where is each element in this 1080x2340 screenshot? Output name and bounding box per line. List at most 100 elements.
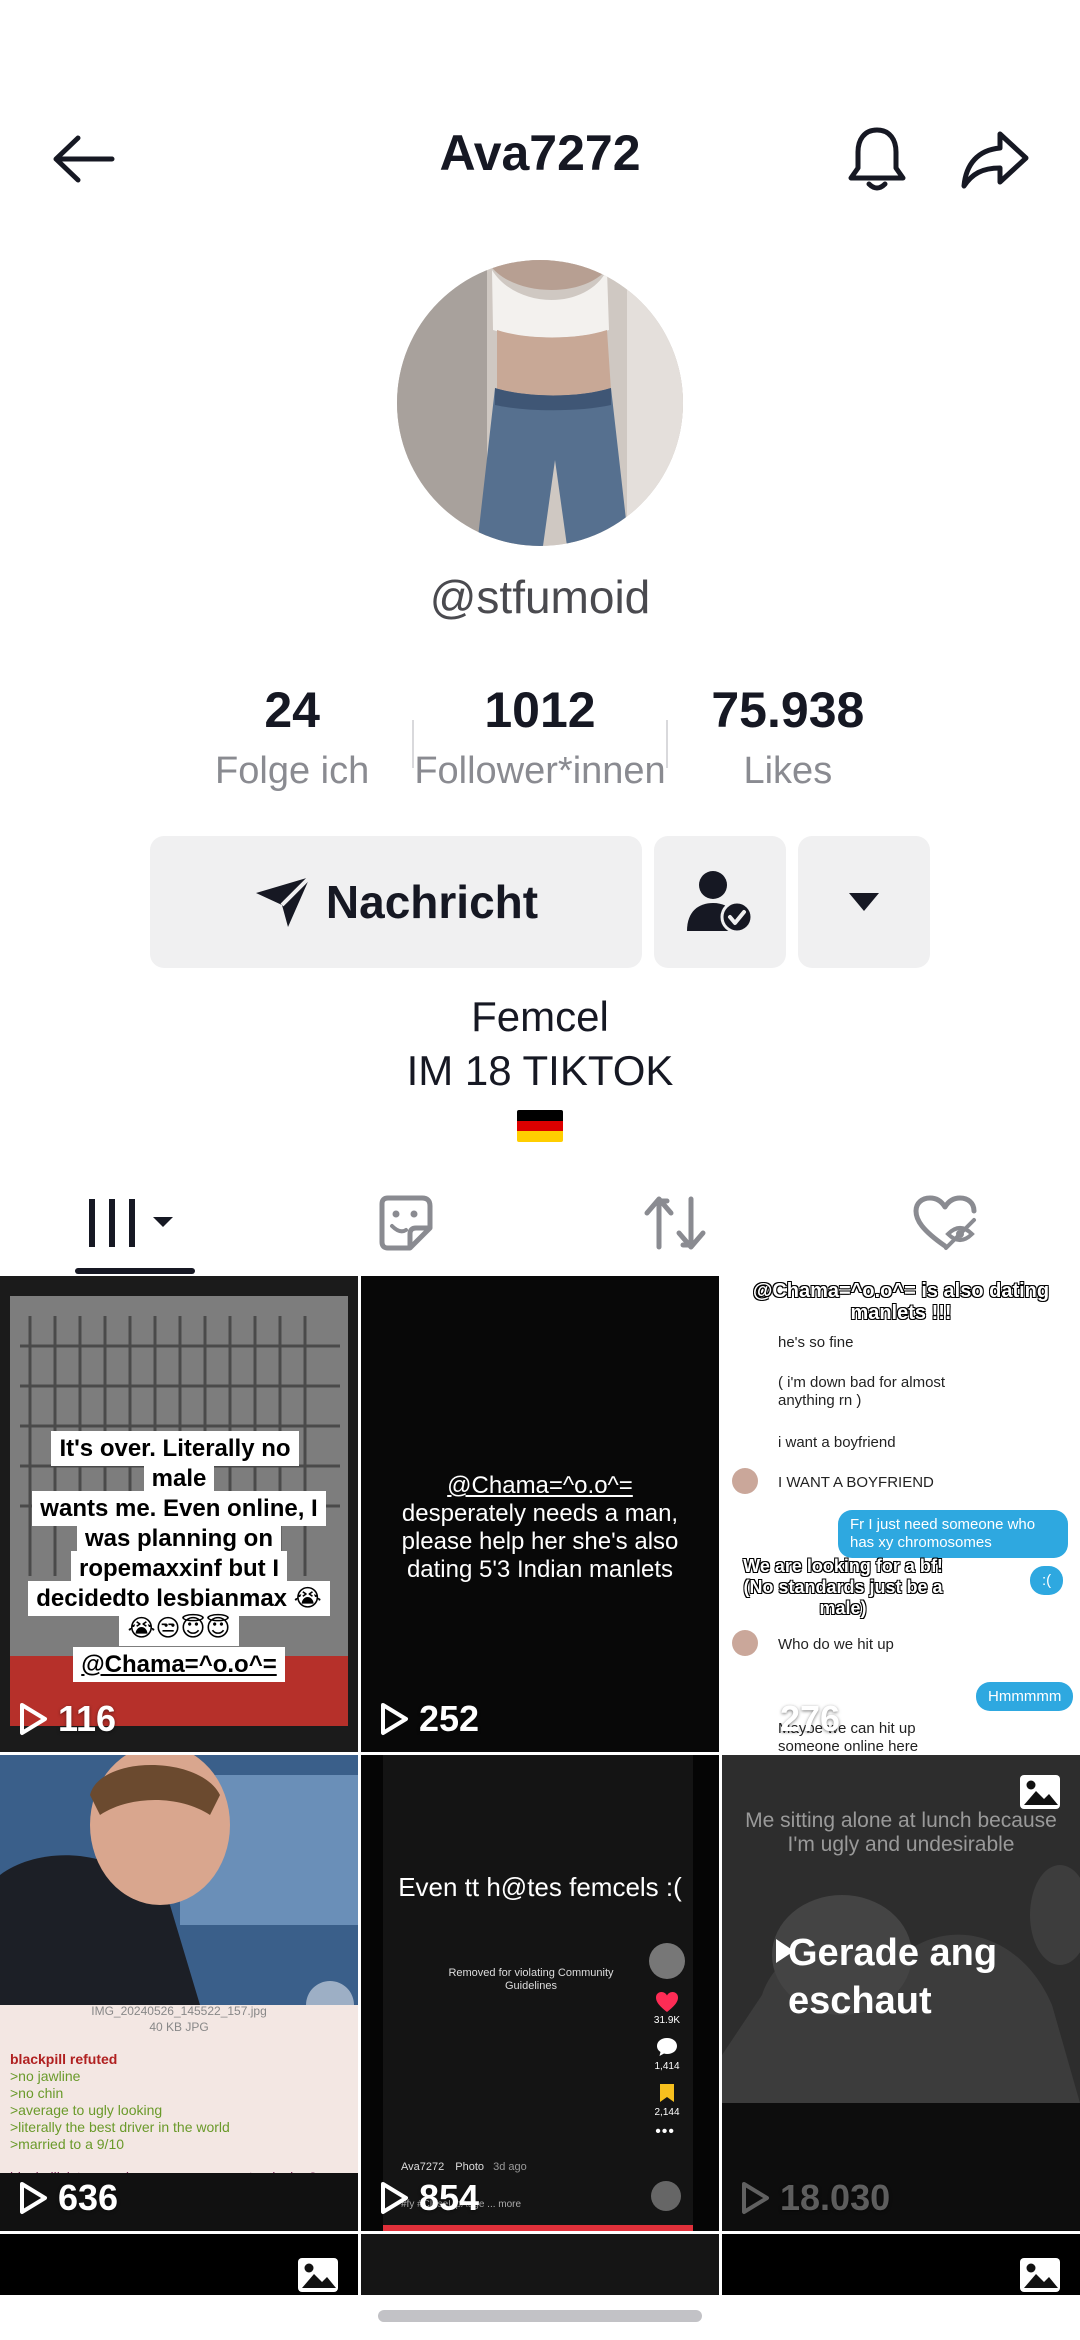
creator-avatar <box>649 1943 685 1979</box>
notifications-button[interactable] <box>832 114 922 204</box>
tab-liked-private[interactable] <box>810 1170 1080 1276</box>
send-icon <box>255 875 312 927</box>
tab-stickers[interactable] <box>270 1170 540 1276</box>
view-count-value: 18.030 <box>780 2177 891 2218</box>
heart-icon <box>656 1992 678 2012</box>
share-arrow-icon <box>961 131 1029 189</box>
play-outline-icon <box>742 1703 769 1735</box>
following-status-button[interactable] <box>654 836 786 968</box>
video-thumbnail[interactable]: Me sitting alone at lunch because I'm ug… <box>722 1755 1080 2231</box>
tab-videos[interactable] <box>0 1170 270 1276</box>
avatar[interactable] <box>397 260 683 546</box>
file-name: IMG_20240526_145522_157.jpg <box>91 2004 267 2018</box>
view-count-value: 116 <box>58 1698 117 1739</box>
photo-post-icon <box>296 2256 340 2298</box>
view-count: 276 <box>740 1698 840 1740</box>
message-button-label: Nachricht <box>325 876 539 928</box>
thumbnail-image <box>0 1755 358 2005</box>
video-caption: @Chama=^o.o^= desperately needs a man, p… <box>381 1472 699 1584</box>
view-count-value: 252 <box>419 1698 480 1739</box>
music-disc <box>651 2181 681 2211</box>
profile-handle: @stfumoid <box>429 571 651 623</box>
play-outline-icon <box>20 2182 47 2214</box>
caption-mention: @Chama=^o.o^= <box>73 1647 285 1682</box>
file-meta: 40 KB JPG <box>149 2020 209 2034</box>
play-outline-icon <box>742 2182 769 2214</box>
video-thumbnail[interactable]: Even tt h@tes femcels :( Removed for vio… <box>361 1755 719 2231</box>
chat-bubble: :( <box>1030 1566 1064 1595</box>
saves-count: 2,144 <box>654 2107 680 2118</box>
chat-bubble: Fr I just need someone who has xy chromo… <box>838 1510 1068 1558</box>
stat-value: 24 <box>264 682 320 738</box>
likes-count: 31.9K <box>653 2015 681 2026</box>
bio-line: IM 18 TIKTOK <box>406 1047 674 1094</box>
bookmark-icon <box>660 2084 674 2102</box>
tab-reposts[interactable] <box>540 1170 810 1276</box>
avatar-image <box>397 260 683 546</box>
stat-value: 1012 <box>484 682 596 738</box>
post-age: 3d ago <box>493 2161 527 2173</box>
profile-actions: Nachricht <box>150 836 930 968</box>
post-meta: Ava7272 Photo 3d ago <box>401 2161 527 2173</box>
play-outline-icon <box>20 1703 47 1735</box>
chat-avatar <box>732 1630 758 1656</box>
caption-line: 😭😒😇😇 <box>119 1611 239 1646</box>
video-thumbnail[interactable]: IMG_20240526_145522_157.jpg 40 KB JPG bl… <box>0 1755 358 2231</box>
view-count-value: 276 <box>780 1698 841 1739</box>
heart-hidden-icon <box>913 1195 977 1250</box>
home-indicator[interactable] <box>378 2310 702 2322</box>
video-overlay-text: We are looking for a bf! (No standards j… <box>743 1556 943 1618</box>
divider <box>412 720 415 768</box>
video-thumbnail[interactable] <box>722 2234 1080 2298</box>
play-outline-icon <box>381 1703 408 1735</box>
comments-count: 1,414 <box>654 2061 680 2072</box>
red-strip <box>383 2225 693 2231</box>
message-button[interactable]: Nachricht <box>150 836 642 968</box>
caption-line: It's over. Literally no male <box>51 1431 299 1496</box>
video-thumbnail[interactable] <box>361 2234 719 2298</box>
view-count: 854 <box>379 2177 479 2219</box>
play-filled-icon <box>776 1939 794 1963</box>
view-count: 636 <box>18 2177 118 2219</box>
stat-label: Follower*innen <box>414 750 666 792</box>
greentext-title: blackpill refuted <box>10 2051 118 2067</box>
greentext-line: >no jawline <box>10 2068 81 2084</box>
play-outline-icon <box>381 2182 408 2214</box>
stat-label: Likes <box>743 750 833 792</box>
post-author: Ava7272 <box>401 2161 445 2173</box>
chat-avatar <box>732 1468 758 1494</box>
view-count-value: 636 <box>58 2177 119 2218</box>
view-count: 116 <box>18 1698 116 1740</box>
greentext-line: >average to ugly looking <box>10 2102 163 2118</box>
stat-following[interactable]: 24 Folge ich <box>170 680 414 800</box>
video-thumbnail[interactable]: @Chama=^o.o^= is also dating manlets !!!… <box>722 1276 1080 1752</box>
photo-post-icon <box>1018 2256 1062 2298</box>
video-caption: @Chama=^o.o^= is also dating manlets !!! <box>752 1280 1050 1324</box>
chat-bubble: Hmmmmm <box>976 1682 1074 1711</box>
more-dots-icon: ••• <box>655 2123 675 2140</box>
greentext-line: >married to a 9/10 <box>10 2136 125 2152</box>
profile-stats: 24 Folge ich 1012 Follower*innen 75.938 … <box>170 680 910 800</box>
chat-message: i want a boyfriend <box>778 1434 896 1451</box>
view-count: 252 <box>379 1698 479 1740</box>
photo-post-icon <box>1018 1773 1062 1816</box>
triangle-down-icon <box>849 893 879 911</box>
video-thumbnail[interactable]: @Chama=^o.o^= desperately needs a man, p… <box>361 1276 719 1752</box>
stat-followers[interactable]: 1012 Follower*innen <box>412 680 668 800</box>
caption-text: desperately needs a man, please help her… <box>401 1500 679 1583</box>
video-grid: It's over. Literally no male wants me. E… <box>0 1276 1080 2298</box>
view-count: 18.030 <box>740 2177 890 2219</box>
view-count-value: 854 <box>419 2177 480 2218</box>
video-caption: It's over. Literally no male wants me. E… <box>26 1431 332 1682</box>
chat-message: he's so fine <box>778 1334 854 1351</box>
stat-label: Folge ich <box>215 750 370 792</box>
more-options-button[interactable] <box>798 836 930 968</box>
share-button[interactable] <box>950 114 1040 204</box>
grid-videos-icon <box>89 1199 173 1247</box>
recently-watched-label: Gerade angeschaut <box>776 1929 1018 2025</box>
repost-arrows-icon <box>644 1196 706 1250</box>
video-thumbnail[interactable] <box>0 2234 358 2298</box>
user-check-icon <box>687 871 754 934</box>
stat-likes[interactable]: 75.938 Likes <box>666 680 910 800</box>
video-thumbnail[interactable]: It's over. Literally no male wants me. E… <box>0 1276 358 1752</box>
